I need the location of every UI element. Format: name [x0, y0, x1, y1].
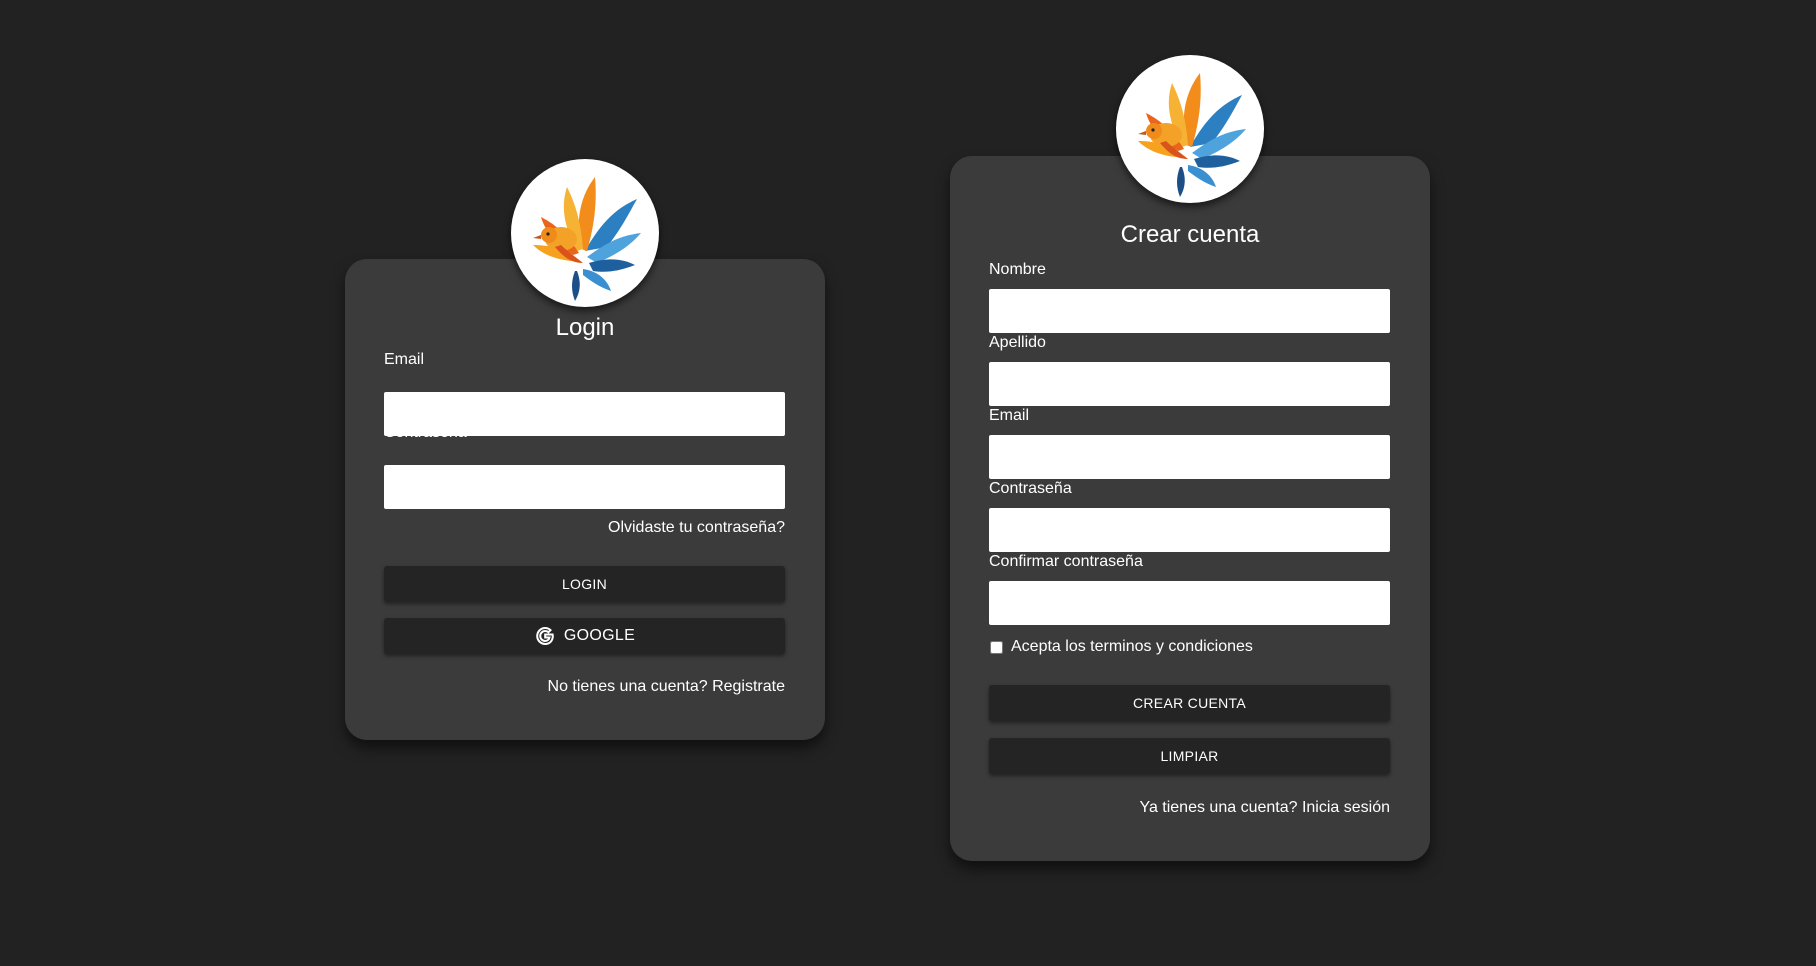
clear-button-label: LIMPIAR: [1160, 748, 1219, 764]
create-account-button-label: CREAR CUENTA: [1132, 695, 1247, 711]
phoenix-bird-logo: [533, 177, 641, 301]
register-password-label: Contraseña: [989, 480, 1072, 497]
register-card: Crear cuenta Nombre Apellido Email Contr…: [950, 55, 1430, 861]
terms-label: Acepta los terminos y condiciones: [1011, 638, 1253, 655]
login-card: Login Email Contraseña Olvidaste tu cont…: [345, 159, 825, 740]
create-account-button[interactable]: CREAR CUENTA: [989, 685, 1390, 721]
name-input[interactable]: [989, 289, 1390, 333]
login-button[interactable]: LOGIN: [384, 566, 785, 602]
google-login-button[interactable]: GOOGLE: [384, 618, 785, 654]
password-label: Contraseña: [384, 424, 467, 441]
forgot-password-link[interactable]: Olvidaste tu contraseña?: [608, 519, 785, 537]
name-label: Nombre: [989, 261, 1046, 278]
register-title: Crear cuenta: [1120, 221, 1260, 248]
confirm-password-label: Confirmar contraseña: [989, 553, 1143, 570]
register-email-label: Email: [989, 407, 1030, 424]
register-email-input[interactable]: [989, 435, 1390, 479]
lastname-label: Apellido: [989, 334, 1046, 351]
phoenix-logo-icon: [511, 159, 659, 307]
google-button-label: GOOGLE: [563, 627, 636, 644]
phoenix-logo-icon: [1116, 55, 1264, 203]
clear-button[interactable]: LIMPIAR: [989, 738, 1390, 774]
lastname-input[interactable]: [989, 362, 1390, 406]
password-input[interactable]: [384, 465, 785, 509]
login-title: Login: [555, 314, 615, 341]
google-g-icon: [536, 627, 554, 645]
register-link[interactable]: No tienes una cuenta? Registrate: [548, 678, 785, 696]
login-button-label: LOGIN: [561, 576, 608, 592]
phoenix-bird-logo: [1138, 73, 1246, 197]
login-link[interactable]: Ya tienes una cuenta? Inicia sesión: [1139, 799, 1390, 817]
confirm-password-input[interactable]: [989, 581, 1390, 625]
terms-row: Acepta los terminos y condiciones: [989, 638, 1253, 656]
terms-checkbox[interactable]: [990, 640, 1003, 654]
email-label: Email: [384, 351, 425, 368]
register-password-input[interactable]: [989, 508, 1390, 552]
